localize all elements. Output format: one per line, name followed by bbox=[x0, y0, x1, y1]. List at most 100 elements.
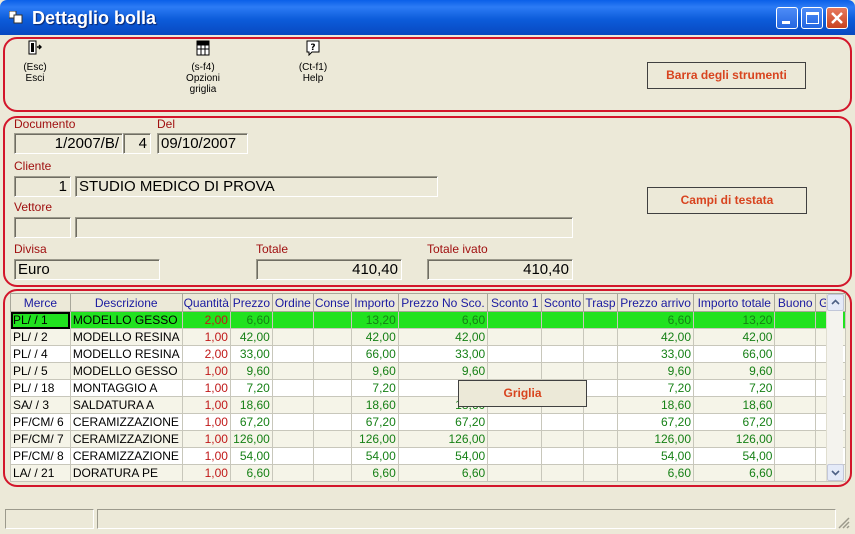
grid-cell[interactable]: 42,00 bbox=[693, 328, 776, 346]
grid-cell[interactable]: 6,60 bbox=[350, 464, 399, 482]
grid-cell[interactable] bbox=[774, 464, 817, 482]
grid-cell[interactable] bbox=[541, 413, 584, 431]
grid-cell[interactable]: 67,20 bbox=[617, 413, 695, 431]
table-row[interactable]: PL/ / 1 MODELLO GESSO 2,00 6,60 13,20 6,60 6,6… bbox=[10, 311, 846, 329]
grid-column-header[interactable]: Buono bbox=[774, 293, 817, 312]
grid-cell[interactable]: 13,20 bbox=[350, 311, 399, 329]
divisa-field[interactable]: Euro bbox=[14, 259, 160, 280]
maximize-button[interactable] bbox=[801, 7, 823, 29]
exit-button[interactable]: (Esc) Esci bbox=[17, 40, 53, 84]
scroll-up-button[interactable] bbox=[827, 294, 844, 311]
grid-column-header[interactable]: Sconto 1 bbox=[487, 293, 543, 312]
grid-cell[interactable]: 42,00 bbox=[229, 328, 273, 346]
grid-cell[interactable]: CERAMIZZAZIONE bbox=[69, 413, 183, 431]
grid-cell[interactable] bbox=[541, 362, 584, 380]
grid-cell[interactable]: 18,60 bbox=[693, 396, 776, 414]
grid-cell[interactable] bbox=[774, 413, 817, 431]
grid-cell[interactable]: 9,60 bbox=[229, 362, 273, 380]
grid-cell[interactable]: 126,00 bbox=[350, 430, 399, 448]
grid-cell[interactable]: MODELLO GESSO bbox=[69, 311, 183, 329]
grid-cell[interactable]: 1,00 bbox=[181, 430, 231, 448]
grid-cell[interactable] bbox=[774, 396, 817, 414]
grid-cell[interactable] bbox=[487, 447, 543, 465]
grid-cell[interactable]: 67,20 bbox=[350, 413, 399, 431]
grid-cell[interactable]: 1,00 bbox=[181, 396, 231, 414]
grid-vertical-scrollbar[interactable] bbox=[826, 294, 844, 481]
grid-cell[interactable] bbox=[582, 447, 619, 465]
grid-cell[interactable]: 18,60 bbox=[350, 396, 399, 414]
grid-cell[interactable]: MODELLO RESINA bbox=[69, 345, 183, 363]
title-bar[interactable]: Dettaglio bolla bbox=[0, 0, 855, 35]
grid-cell[interactable]: 18,60 bbox=[229, 396, 273, 414]
grid-cell[interactable] bbox=[774, 345, 817, 363]
grid-cell[interactable] bbox=[541, 345, 584, 363]
grid-column-header[interactable]: Merce bbox=[10, 293, 71, 312]
grid-cell[interactable]: 54,00 bbox=[350, 447, 399, 465]
grid-cell[interactable] bbox=[582, 345, 619, 363]
grid-cell[interactable]: 126,00 bbox=[693, 430, 776, 448]
grid-cell[interactable]: MONTAGGIO A bbox=[69, 379, 183, 397]
resize-grip-icon[interactable] bbox=[836, 515, 850, 529]
grid-cell[interactable]: MODELLO GESSO bbox=[69, 362, 183, 380]
grid-cell[interactable]: 54,00 bbox=[229, 447, 273, 465]
grid-cell[interactable]: 7,20 bbox=[693, 379, 776, 397]
grid-cell[interactable]: 1,00 bbox=[181, 379, 231, 397]
grid-cell[interactable] bbox=[774, 430, 817, 448]
vettore-name-field[interactable] bbox=[75, 217, 573, 238]
grid-cell[interactable]: 67,20 bbox=[693, 413, 776, 431]
cliente-code-field[interactable]: 1 bbox=[14, 176, 71, 197]
table-row[interactable]: PL/ / 2 MODELLO RESINA 1,00 42,00 42,00 42,00… bbox=[10, 328, 846, 346]
grid-cell[interactable]: 7,20 bbox=[617, 379, 695, 397]
vettore-code-field[interactable] bbox=[14, 217, 71, 238]
grid-cell[interactable] bbox=[312, 379, 352, 397]
grid-cell[interactable]: 1,00 bbox=[181, 362, 231, 380]
grid-cell[interactable] bbox=[774, 328, 817, 346]
grid-cell[interactable]: 42,00 bbox=[350, 328, 399, 346]
grid-cell[interactable]: 9,60 bbox=[350, 362, 399, 380]
grid-column-header[interactable]: Sconto bbox=[541, 293, 584, 312]
grid-cell[interactable] bbox=[582, 413, 619, 431]
grid-cell[interactable] bbox=[582, 379, 619, 397]
table-row[interactable]: SA/ / 3 SALDATURA A 1,00 18,60 18,60 18,60 18,… bbox=[10, 396, 846, 414]
grid-cell[interactable]: 67,20 bbox=[229, 413, 273, 431]
grid-cell[interactable]: 42,00 bbox=[397, 328, 489, 346]
grid-cell[interactable]: 18,60 bbox=[617, 396, 695, 414]
grid-cell[interactable] bbox=[487, 362, 543, 380]
grid-cell[interactable]: 7,20 bbox=[229, 379, 273, 397]
table-row[interactable]: PL/ / 18MONTAGGIO A1,007,207,207,207,207… bbox=[10, 379, 846, 397]
grid-cell[interactable]: 6,60 bbox=[617, 311, 695, 329]
grid-cell[interactable]: PF/CM/ 6 bbox=[10, 413, 71, 431]
grid-cell[interactable] bbox=[541, 464, 584, 482]
grid-column-header[interactable]: Importo bbox=[350, 293, 399, 312]
grid-cell[interactable]: PL/ / 1 bbox=[10, 311, 71, 329]
grid-cell[interactable] bbox=[271, 328, 314, 346]
grid-cell[interactable]: PL/ / 18 bbox=[10, 379, 71, 397]
grid-cell[interactable] bbox=[312, 447, 352, 465]
grid-cell[interactable] bbox=[312, 413, 352, 431]
close-button[interactable] bbox=[826, 7, 848, 29]
grid-cell[interactable]: 6,60 bbox=[693, 464, 776, 482]
grid-cell[interactable]: 6,60 bbox=[617, 464, 695, 482]
grid-cell[interactable] bbox=[487, 328, 543, 346]
cliente-name-field[interactable]: STUDIO MEDICO DI PROVA bbox=[75, 176, 438, 197]
grid-column-header[interactable]: Prezzo No Sco. bbox=[397, 293, 489, 312]
table-row[interactable]: LA/ / 21 DORATURA PE 1,00 6,60 6,60 6,60 6,60 6… bbox=[10, 464, 846, 482]
grid-column-header[interactable]: Prezzo bbox=[229, 293, 273, 312]
grid-cell[interactable]: 1,00 bbox=[181, 328, 231, 346]
grid-cell[interactable] bbox=[582, 328, 619, 346]
documento-field[interactable]: 1/2007/B/ bbox=[14, 133, 123, 154]
grid-cell[interactable]: 33,00 bbox=[229, 345, 273, 363]
grid-cell[interactable]: 54,00 bbox=[397, 447, 489, 465]
grid-cell[interactable]: 9,60 bbox=[693, 362, 776, 380]
grid-cell[interactable] bbox=[271, 311, 314, 329]
grid-cell[interactable] bbox=[582, 311, 619, 329]
grid-cell[interactable]: DORATURA PE bbox=[69, 464, 183, 482]
grid-cell[interactable] bbox=[774, 447, 817, 465]
grid-cell[interactable] bbox=[271, 464, 314, 482]
grid-cell[interactable] bbox=[271, 447, 314, 465]
grid-cell[interactable] bbox=[312, 464, 352, 482]
table-row[interactable]: PF/CM/ 8 CERAMIZZAZIONE 1,00 54,00 54,00 54,0… bbox=[10, 447, 846, 465]
grid-cell[interactable] bbox=[487, 430, 543, 448]
detail-grid-table[interactable]: Merce Descrizione Quantità Prezzo Ordine Cons… bbox=[10, 293, 846, 482]
grid-cell[interactable] bbox=[271, 379, 314, 397]
